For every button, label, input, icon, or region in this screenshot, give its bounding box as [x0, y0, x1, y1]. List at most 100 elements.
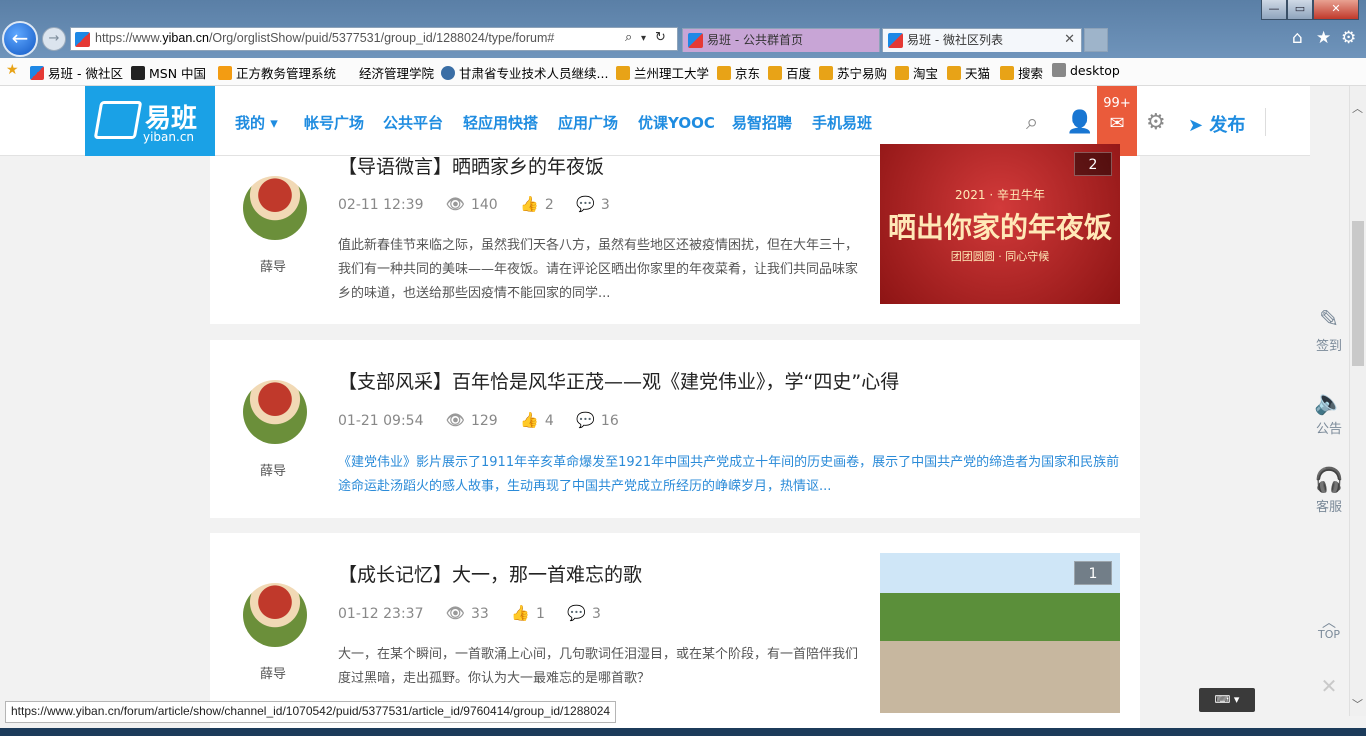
nav-yooc[interactable]: 优课YOOC — [638, 112, 715, 133]
address-bar[interactable]: https://www.yiban.cn/Org/orglistShow/pui… — [70, 27, 678, 51]
fav-item[interactable]: 易班 - 微社区 — [30, 63, 123, 82]
post-meta: 01-21 09:54 👁 129 👍 4 💬 16 — [338, 411, 637, 429]
mail-count-badge: 99+ — [1103, 96, 1131, 111]
thumbs-up-icon[interactable]: 👍 — [520, 195, 539, 213]
post-excerpt[interactable]: 《建党伟业》影片展示了1911年辛亥革命爆发至1921年中国共产党成立十年间的历… — [338, 451, 1122, 499]
fav-icon — [131, 66, 145, 80]
fav-item[interactable]: 甘肃省专业技术人员继续... — [441, 63, 608, 82]
fav-item[interactable]: 兰州理工大学 — [616, 63, 709, 82]
nav-mobile-yiban[interactable]: 手机易班 — [812, 112, 872, 133]
taskbar — [0, 728, 1366, 736]
fav-icon — [441, 66, 455, 80]
favorites-bar: ★ 易班 - 微社区 MSN 中国 正方教务管理系统 经济管理学院 甘肃省专业技… — [0, 58, 1366, 86]
address-url[interactable]: https://www.yiban.cn/Org/orglistShow/pui… — [95, 31, 554, 45]
scrollbar-thumb[interactable] — [1352, 221, 1364, 366]
yiban-logo[interactable]: 易班 yiban.cn — [85, 86, 215, 156]
avatar[interactable] — [243, 583, 307, 647]
fav-item[interactable]: desktop — [1052, 63, 1120, 78]
fav-item[interactable]: 苏宁易购 — [819, 63, 887, 82]
fav-icon — [218, 66, 232, 80]
post-title[interactable]: 【导语微言】晒晒家乡的年夜饭 — [338, 152, 604, 179]
post-author[interactable]: 薛导 — [260, 460, 286, 479]
fav-item[interactable]: 搜索 — [1000, 63, 1043, 82]
fav-icon — [895, 66, 909, 80]
fav-item[interactable]: 正方教务管理系统 — [218, 63, 336, 82]
header-divider — [1265, 108, 1266, 136]
scroll-down-arrow-icon[interactable]: ﹀ — [1352, 696, 1363, 712]
fav-item[interactable]: 淘宝 — [895, 63, 938, 82]
search-icon[interactable]: ⌕ — [1026, 110, 1038, 135]
home-icon[interactable]: ⌂ — [1292, 28, 1303, 48]
fav-icon — [30, 66, 44, 80]
maximize-button[interactable]: ▭ — [1287, 0, 1313, 20]
back-button[interactable]: ← — [2, 21, 38, 57]
forward-button[interactable]: → — [42, 27, 66, 51]
fav-icon — [717, 66, 731, 80]
nav-recruit[interactable]: 易智招聘 — [732, 112, 792, 133]
tab-community-list[interactable]: 易班 - 微社区列表 ✕ — [882, 28, 1082, 52]
keyboard-icon[interactable]: ⌨ ▾ — [1199, 688, 1255, 712]
nav-app-square[interactable]: 应用广场 — [558, 112, 618, 133]
favorites-star-icon[interactable]: ★ — [1316, 28, 1331, 48]
post-card[interactable]: 薛导 【导语微言】晒晒家乡的年夜饭 02-11 12:39 👁 140 👍 2 💬 3… — [210, 144, 1140, 324]
comment-icon[interactable]: 💬 — [576, 195, 595, 213]
close-tab-icon[interactable]: ✕ — [1064, 29, 1075, 51]
eye-icon: 👁 — [445, 195, 465, 213]
fav-item[interactable]: 经济管理学院 — [359, 63, 434, 82]
fav-icon — [819, 66, 833, 80]
post-title[interactable]: 【支部风采】百年恰是风华正茂——观《建党伟业》，学“四史”心得 — [338, 367, 899, 394]
post-meta: 01-12 23:37 👁 33 👍 1 💬 3 — [338, 604, 619, 622]
new-tab-button[interactable] — [1084, 28, 1108, 52]
fav-item[interactable]: MSN 中国 — [131, 63, 206, 82]
fav-icon — [947, 66, 961, 80]
status-bar-url: https://www.yiban.cn/forum/article/show/… — [5, 701, 617, 723]
like-count: 2 — [544, 197, 554, 213]
scroll-up-arrow-icon[interactable]: ︿ — [1352, 100, 1363, 116]
image-count-badge: 1 — [1074, 561, 1112, 585]
publish-button[interactable]: ➤ 发布 — [1188, 111, 1245, 137]
refresh-icon[interactable]: ↻ — [655, 30, 666, 45]
like-count: 4 — [544, 413, 554, 429]
thumbs-up-icon[interactable]: 👍 — [511, 604, 530, 622]
fav-item[interactable]: 京东 — [717, 63, 760, 82]
comment-icon[interactable]: 💬 — [567, 604, 586, 622]
dropdown-icon[interactable]: ▾ — [641, 33, 646, 44]
post-author[interactable]: 薛导 — [260, 663, 286, 682]
settings-gear-icon[interactable]: ⚙ — [1341, 28, 1356, 48]
post-thumbnail[interactable]: 1 — [880, 553, 1120, 713]
comment-count: 3 — [600, 197, 610, 213]
post-thumbnail[interactable]: 2021 · 辛丑牛年 晒出你家的年夜饭 团团圆圆 · 同心守候 2 — [880, 144, 1120, 304]
nav-account-square[interactable]: 帐号广场 — [304, 112, 364, 133]
comment-icon[interactable]: 💬 — [576, 411, 595, 429]
close-window-button[interactable]: ✕ — [1313, 0, 1359, 20]
tab-public-group[interactable]: 易班 - 公共群首页 — [682, 28, 880, 52]
fav-icon — [616, 66, 630, 80]
view-count: 129 — [470, 413, 498, 429]
paper-plane-icon: ➤ — [1188, 115, 1210, 136]
comment-count: 3 — [592, 606, 601, 622]
nav-light-app[interactable]: 轻应用快搭 — [463, 112, 538, 133]
minimize-button[interactable]: — — [1261, 0, 1287, 20]
post-excerpt: 大一，在某个瞬间，一首歌涌上心间，几句歌词任泪湿目，或在某个阶段，有一首陪伴我们… — [338, 647, 859, 686]
nav-my[interactable]: 我的 ▾ — [235, 112, 278, 133]
fav-item[interactable]: 天猫 — [947, 63, 990, 82]
vertical-scrollbar[interactable]: ︿ ﹀ — [1349, 86, 1366, 716]
avatar[interactable] — [243, 176, 307, 240]
yiban-logo-icon — [93, 101, 143, 139]
thumbs-up-icon[interactable]: 👍 — [520, 411, 539, 429]
yiban-favicon-icon — [75, 32, 90, 47]
fav-item[interactable]: 百度 — [768, 63, 811, 82]
user-icon[interactable]: 👤 — [1066, 110, 1093, 135]
post-title[interactable]: 【成长记忆】大一，那一首难忘的歌 — [338, 560, 642, 587]
nav-public-platform[interactable]: 公共平台 — [383, 112, 443, 133]
post-card[interactable]: 薛导 【支部风采】百年恰是风华正茂——观《建党伟业》，学“四史”心得 01-21… — [210, 340, 1140, 518]
search-icon[interactable]: ⌕ — [625, 30, 632, 45]
view-count: 140 — [470, 197, 498, 213]
post-author[interactable]: 薛导 — [260, 256, 286, 275]
gear-icon[interactable]: ⚙ — [1146, 110, 1166, 135]
eye-icon: 👁 — [445, 411, 465, 429]
favorites-add-icon[interactable]: ★ — [6, 62, 19, 78]
post-time: 01-12 23:37 — [338, 606, 424, 622]
avatar[interactable] — [243, 380, 307, 444]
post-card[interactable]: 薛导 【成长记忆】大一，那一首难忘的歌 01-12 23:37 👁 33 👍 1 💬… — [210, 533, 1140, 729]
